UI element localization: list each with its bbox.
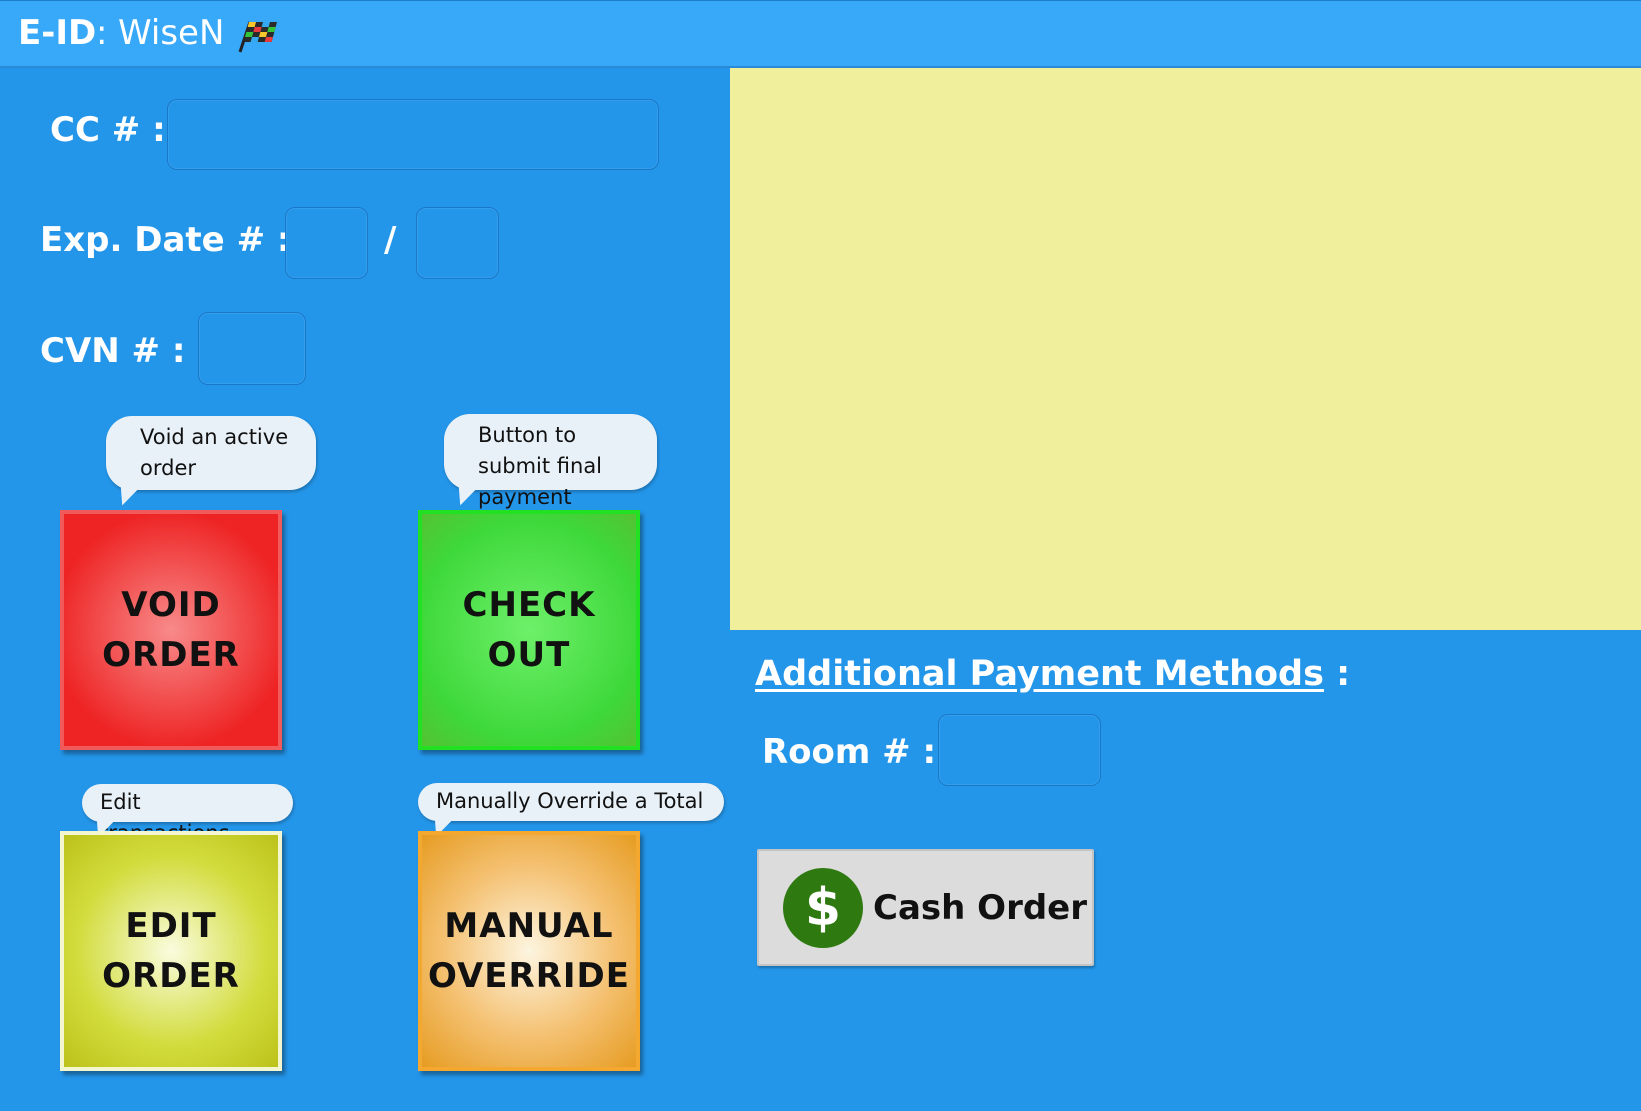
cc-number-field[interactable] [167, 99, 659, 170]
cc-label: CC # : [50, 110, 166, 150]
manual-override-tooltip-text: Manually Override a Total [436, 789, 704, 813]
manual-override-button[interactable]: MANUAL OVERRIDE [418, 831, 640, 1071]
void-order-tooltip-text: Void an active order [140, 425, 289, 480]
void-order-tooltip: Void an active order [106, 416, 316, 509]
eid-separator: : [96, 13, 108, 53]
void-order-button[interactable]: VOID ORDER [60, 510, 282, 750]
cvn-label: CVN # : [40, 331, 186, 371]
cash-order-label: Cash Order [873, 887, 1088, 928]
checkout-button[interactable]: CHECK OUT [418, 510, 640, 750]
dollar-sign-icon: $ [783, 867, 863, 948]
cash-order-button[interactable]: $ Cash Order [757, 849, 1094, 966]
eid-label: E-ID [18, 13, 97, 53]
checkered-flag-icon [238, 21, 277, 53]
edit-order-tooltip: Edit transactions [82, 784, 293, 845]
exp-year-field[interactable] [416, 207, 499, 279]
user-name: WiseN [118, 13, 225, 53]
additional-payment-link[interactable]: Additional Payment Methods [755, 654, 1324, 694]
additional-payment-heading: Additional Payment Methods : [755, 652, 1350, 696]
exp-month-field[interactable] [285, 207, 368, 279]
checkout-tooltip-text: Button to submit final payment [478, 423, 603, 509]
exp-date-separator: / [384, 220, 397, 260]
exp-date-label: Exp. Date # : [40, 220, 291, 260]
tooltip-tail [450, 481, 478, 509]
manual-override-tooltip: Manually Override a Total [418, 783, 724, 840]
cvn-field[interactable] [198, 312, 306, 385]
order-display-panel [730, 68, 1641, 630]
additional-payment-colon: : [1323, 654, 1351, 694]
edit-order-button[interactable]: EDIT ORDER [60, 831, 282, 1071]
tooltip-tail [112, 481, 140, 509]
checkout-tooltip: Button to submit final payment [444, 414, 657, 509]
room-label: Room # : [762, 732, 937, 772]
room-number-field[interactable] [938, 714, 1101, 786]
